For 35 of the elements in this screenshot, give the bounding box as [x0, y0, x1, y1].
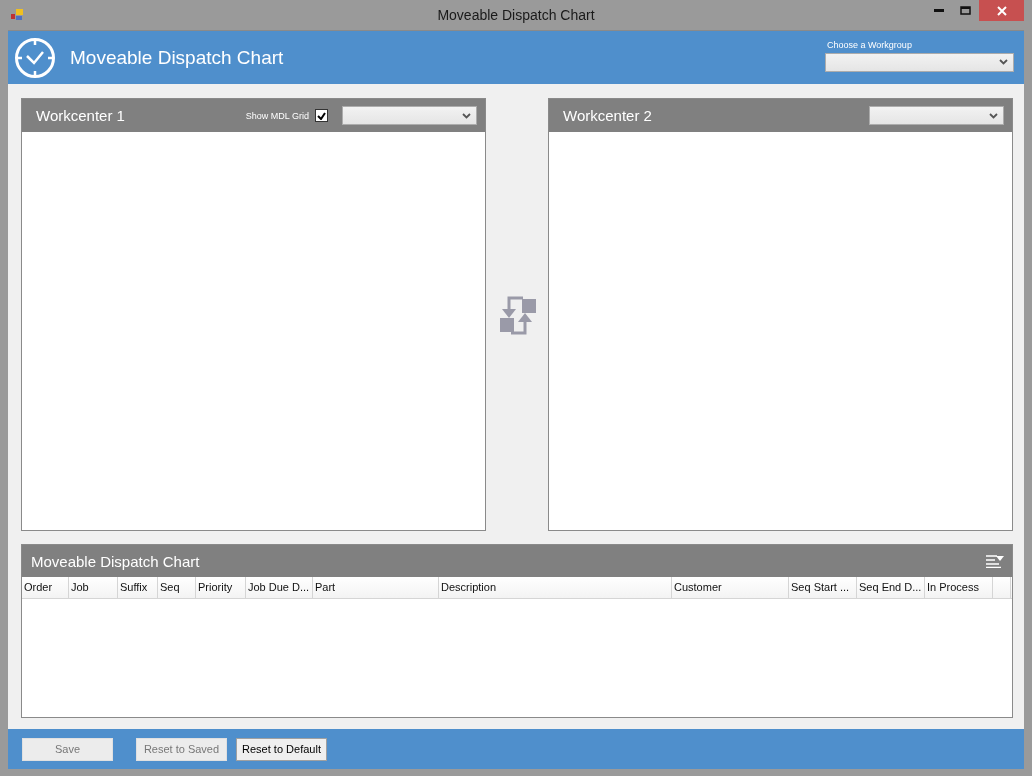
column-header[interactable]: Seq End D...: [857, 577, 925, 598]
column-header[interactable]: Job: [69, 577, 118, 598]
column-header[interactable]: Description: [439, 577, 672, 598]
column-header[interactable]: In Process: [925, 577, 993, 598]
close-button[interactable]: [979, 0, 1024, 21]
dropdown[interactable]: [342, 106, 477, 125]
close-icon: [996, 5, 1007, 16]
column-header[interactable]: Suffix: [118, 577, 158, 598]
checkbox[interactable]: [315, 109, 328, 122]
workgroup-label: Choose a Workgroup: [826, 39, 913, 50]
grid-title: Moveable Dispatch Chart: [31, 552, 201, 570]
app-icon: [10, 9, 24, 22]
clock-icon: [14, 36, 56, 79]
checkbox-label: Show MDL Grid: [245, 110, 309, 121]
minimize-icon: [933, 9, 944, 12]
dropdown[interactable]: [825, 52, 1014, 72]
action-button[interactable]: Reset to Default: [236, 737, 327, 761]
check-icon: [317, 111, 326, 120]
caret-icon: [999, 59, 1008, 65]
window-title: Moveable Dispatch Chart: [437, 7, 595, 23]
caret-icon: [989, 112, 998, 119]
column-header[interactable]: Job Due D...: [246, 577, 313, 598]
panel-title: Workcenter 2: [563, 107, 652, 124]
dropdown[interactable]: [869, 106, 1004, 125]
app-title: Moveable Dispatch Chart: [70, 46, 284, 69]
column-header[interactable]: Seq Start ...: [789, 577, 857, 598]
column-header[interactable]: Part: [313, 577, 439, 598]
column-header[interactable]: Priority: [196, 577, 246, 598]
column-header[interactable]: Order: [22, 577, 69, 598]
panel-title: Workcenter 1: [36, 107, 125, 124]
column-header[interactable]: Seq: [158, 577, 196, 598]
column-header[interactable]: Customer: [672, 577, 789, 598]
maximize-icon: [960, 6, 971, 15]
caret-icon: [462, 112, 471, 119]
sort-icon[interactable]: [986, 554, 1004, 568]
